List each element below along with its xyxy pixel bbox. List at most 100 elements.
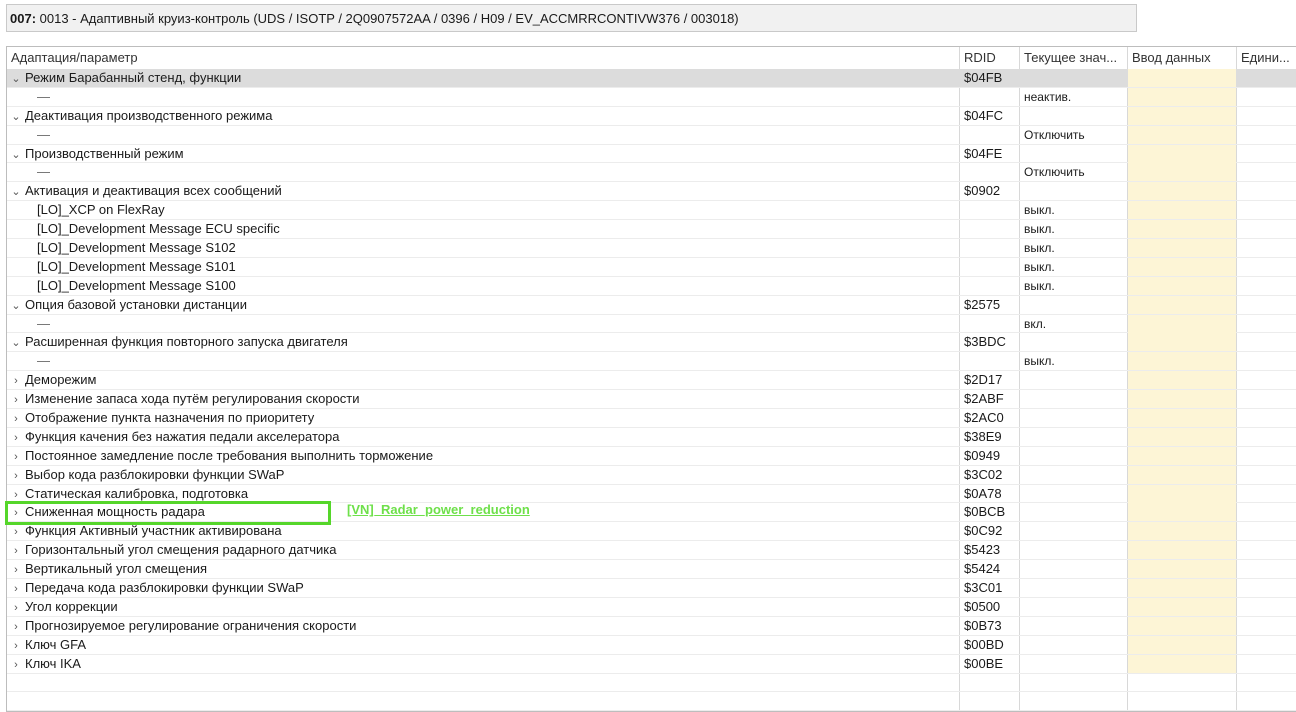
row-input-field[interactable] xyxy=(1128,692,1236,710)
table-row[interactable]: ⌄ Расширенная функция повторного запуска … xyxy=(7,333,1296,353)
row-input-field[interactable] xyxy=(1128,295,1236,314)
table-row[interactable]: ⌄ Активация и деактивация всех сообщений $… xyxy=(7,182,1296,202)
table-row[interactable]: › Выбор кода разблокировки функции SWaP $3… xyxy=(7,465,1296,485)
table-row[interactable]: ⌄ Производственный режим $04FE xyxy=(7,144,1296,164)
table-row[interactable]: [LO]_Development Message S100 выкл. xyxy=(7,276,1296,296)
chevron-right-icon[interactable]: › xyxy=(10,580,22,597)
row-input-field[interactable] xyxy=(1128,446,1236,465)
row-input-field[interactable] xyxy=(1128,352,1236,371)
row-input-field[interactable] xyxy=(1128,654,1236,673)
row-name-cell: › Прогнозируемое регулирование ограничени… xyxy=(7,617,960,635)
row-input-field[interactable] xyxy=(1128,427,1236,446)
chevron-right-icon[interactable]: › xyxy=(10,523,22,540)
table-row[interactable]: [LO]_XCP on FlexRay выкл. xyxy=(7,201,1296,221)
row-input-field[interactable] xyxy=(1128,560,1236,579)
table-row[interactable]: › Сниженная мощность радара $0BCB xyxy=(7,503,1296,523)
row-input-field[interactable] xyxy=(1128,371,1236,390)
column-header-name[interactable]: Адаптация/параметр xyxy=(7,47,960,69)
row-input-field[interactable] xyxy=(1128,87,1236,106)
table-row[interactable]: ⌄ Опция базовой установки дистанции $2575 xyxy=(7,295,1296,315)
row-input-field[interactable] xyxy=(1128,503,1236,522)
chevron-right-icon[interactable]: › xyxy=(10,542,22,559)
row-input-field[interactable] xyxy=(1128,674,1236,692)
table-row[interactable]: › Вертикальный угол смещения $5424 xyxy=(7,560,1296,580)
table-row[interactable]: — неактив. xyxy=(7,87,1296,107)
table-row[interactable]: ⌄ Деактивация производственного режима $04… xyxy=(7,106,1296,126)
row-input-field[interactable] xyxy=(1128,144,1236,163)
table-row[interactable]: › Ключ GFA $00BD xyxy=(7,635,1296,655)
row-input-field[interactable] xyxy=(1128,314,1236,333)
row-input-field[interactable] xyxy=(1128,201,1236,220)
table-row[interactable]: › Изменение запаса хода путём регулирован… xyxy=(7,390,1296,410)
chevron-right-icon[interactable]: › xyxy=(10,372,22,389)
row-input-field[interactable] xyxy=(1128,333,1236,352)
table-row[interactable]: › Передача кода разблокировки функции SWa… xyxy=(7,579,1296,598)
row-input-field[interactable] xyxy=(1128,409,1236,428)
row-unit-cell xyxy=(1237,277,1296,295)
row-input-field[interactable] xyxy=(1128,541,1236,560)
row-input-field[interactable] xyxy=(1128,465,1236,484)
chevron-right-icon[interactable]: › xyxy=(10,637,22,654)
chevron-right-icon[interactable]: › xyxy=(10,561,22,578)
row-input-field[interactable] xyxy=(1128,69,1236,87)
chevron-down-icon[interactable]: ⌄ xyxy=(10,70,22,87)
row-input-field[interactable] xyxy=(1128,597,1236,616)
table-row[interactable]: › Отображение пункта назначения по приори… xyxy=(7,409,1296,428)
chevron-down-icon[interactable]: ⌄ xyxy=(10,334,22,351)
row-rdid-cell: $2D17 xyxy=(964,372,1003,388)
table-row[interactable]: — вкл. xyxy=(7,314,1296,334)
table-row[interactable]: [LO]_Development Message S102 выкл. xyxy=(7,239,1296,258)
column-header-input[interactable]: Ввод данных xyxy=(1128,47,1237,69)
chevron-down-icon[interactable]: ⌄ xyxy=(10,183,22,200)
column-header-unit[interactable]: Едини... xyxy=(1237,47,1296,69)
chevron-right-icon[interactable]: › xyxy=(10,504,22,521)
chevron-down-icon[interactable]: ⌄ xyxy=(10,146,22,163)
row-input-field[interactable] xyxy=(1128,220,1236,239)
table-row[interactable]: › Прогнозируемое регулирование ограничени… xyxy=(7,616,1296,636)
chevron-right-icon[interactable]: › xyxy=(10,656,22,673)
row-input-field[interactable] xyxy=(1128,239,1236,258)
chevron-right-icon[interactable]: › xyxy=(10,467,22,484)
table-row[interactable]: › Постоянное замедление после требования … xyxy=(7,446,1296,466)
row-input-field[interactable] xyxy=(1128,163,1236,182)
row-input-field[interactable] xyxy=(1128,484,1236,503)
chevron-right-icon[interactable]: › xyxy=(10,448,22,465)
row-input-field[interactable] xyxy=(1128,257,1236,276)
table-row[interactable]: — выкл. xyxy=(7,352,1296,372)
table-row[interactable]: [LO]_Development Message ECU specific вык… xyxy=(7,220,1296,240)
table-row[interactable]: — Отключить xyxy=(7,125,1296,145)
row-unit-cell xyxy=(1237,428,1296,446)
table-row[interactable]: ⌄ Режим Барабанный стенд, функции $04FB xyxy=(7,69,1296,88)
table-row[interactable]: › Статическая калибровка, подготовка $0A78 xyxy=(7,484,1296,504)
table-row[interactable] xyxy=(7,674,1296,693)
table-row[interactable]: › Горизонтальный угол смещения радарного … xyxy=(7,541,1296,561)
chevron-right-icon[interactable]: › xyxy=(10,410,22,427)
table-row[interactable]: › Функция Активный участник активирована $… xyxy=(7,522,1296,542)
chevron-right-icon[interactable]: › xyxy=(10,391,22,408)
column-header-current[interactable]: Текущее знач... xyxy=(1020,47,1128,69)
row-input-field[interactable] xyxy=(1128,106,1236,125)
table-row[interactable]: › Угол коррекции $0500 xyxy=(7,597,1296,617)
table-row[interactable]: › Деморежим $2D17 xyxy=(7,371,1296,391)
chevron-right-icon[interactable]: › xyxy=(10,429,22,446)
row-input-field[interactable] xyxy=(1128,276,1236,295)
chevron-right-icon[interactable]: › xyxy=(10,618,22,635)
row-input-field[interactable] xyxy=(1128,635,1236,654)
row-input-field[interactable] xyxy=(1128,182,1236,201)
row-input-field[interactable] xyxy=(1128,616,1236,635)
row-input-field[interactable] xyxy=(1128,390,1236,409)
table-row[interactable]: › Функция качения без нажатия педали аксе… xyxy=(7,427,1296,447)
chevron-right-icon[interactable]: › xyxy=(10,599,22,616)
row-input-field[interactable] xyxy=(1128,522,1236,541)
chevron-right-icon[interactable]: › xyxy=(10,486,22,503)
row-input-field[interactable] xyxy=(1128,125,1236,144)
table-row[interactable]: › Ключ IKA $00BE xyxy=(7,654,1296,674)
column-header-rdid[interactable]: RDID xyxy=(960,47,1020,69)
row-name-cell: ⌄ Расширенная функция повторного запуска … xyxy=(7,333,960,351)
table-row[interactable]: [LO]_Development Message S101 выкл. xyxy=(7,257,1296,277)
table-row[interactable] xyxy=(7,692,1296,711)
table-row[interactable]: — Отключить xyxy=(7,163,1296,183)
chevron-down-icon[interactable]: ⌄ xyxy=(10,297,22,314)
row-input-field[interactable] xyxy=(1128,579,1236,598)
chevron-down-icon[interactable]: ⌄ xyxy=(10,108,22,125)
